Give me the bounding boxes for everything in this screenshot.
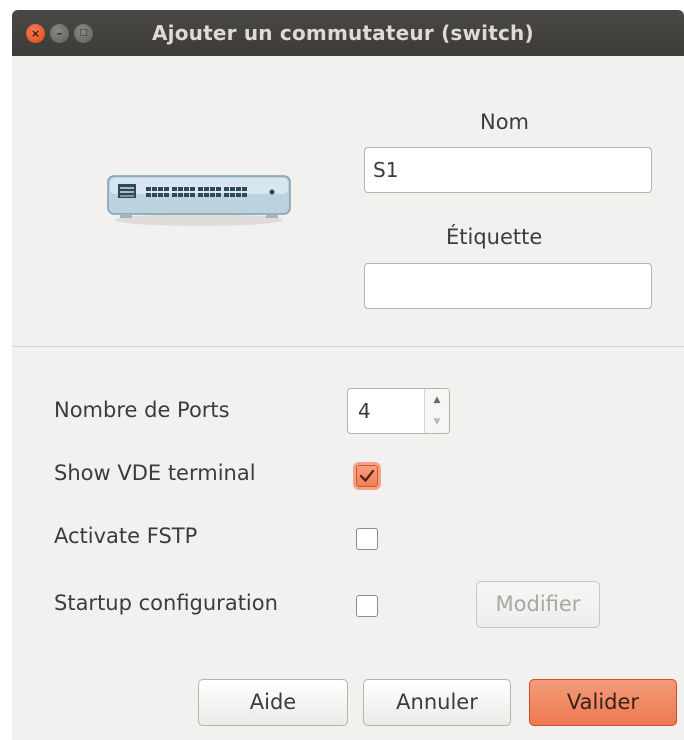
window-title: Ajouter un commutateur (switch)	[152, 21, 534, 45]
help-button[interactable]: Aide	[198, 679, 348, 726]
network-switch-icon	[107, 175, 291, 226]
checkmark-icon	[359, 469, 375, 482]
name-input[interactable]	[364, 147, 652, 193]
spin-arrows: ▲ ▼	[424, 389, 449, 433]
title-bar[interactable]: × – □ Ajouter un commutateur (switch)	[12, 10, 684, 56]
maximize-window-button[interactable]: □	[74, 24, 93, 43]
tag-label: Étiquette	[446, 225, 543, 249]
decrement-arrow-icon[interactable]: ▼	[425, 411, 449, 433]
separator	[12, 346, 684, 347]
vde-terminal-label: Show VDE terminal	[54, 461, 256, 485]
modify-button[interactable]: Modifier	[476, 581, 600, 628]
name-label: Nom	[480, 110, 530, 134]
cancel-button[interactable]: Annuler	[363, 679, 511, 726]
close-window-button[interactable]: ×	[26, 24, 45, 43]
fstp-label: Activate FSTP	[54, 524, 198, 548]
ports-label: Nombre de Ports	[54, 398, 230, 422]
startup-config-checkbox[interactable]	[356, 595, 378, 617]
minimize-window-button[interactable]: –	[50, 24, 69, 43]
ports-value: 4	[358, 399, 371, 423]
startup-config-label: Startup configuration	[54, 591, 278, 615]
ports-spinbox[interactable]: 4 ▲ ▼	[347, 388, 450, 434]
validate-button[interactable]: Valider	[529, 679, 677, 726]
fstp-checkbox[interactable]	[356, 528, 378, 550]
tag-input[interactable]	[364, 263, 652, 309]
vde-terminal-checkbox[interactable]	[356, 465, 378, 487]
dialog-window: × – □ Ajouter un commutateur (switch) No…	[12, 10, 684, 740]
increment-arrow-icon[interactable]: ▲	[425, 389, 449, 411]
